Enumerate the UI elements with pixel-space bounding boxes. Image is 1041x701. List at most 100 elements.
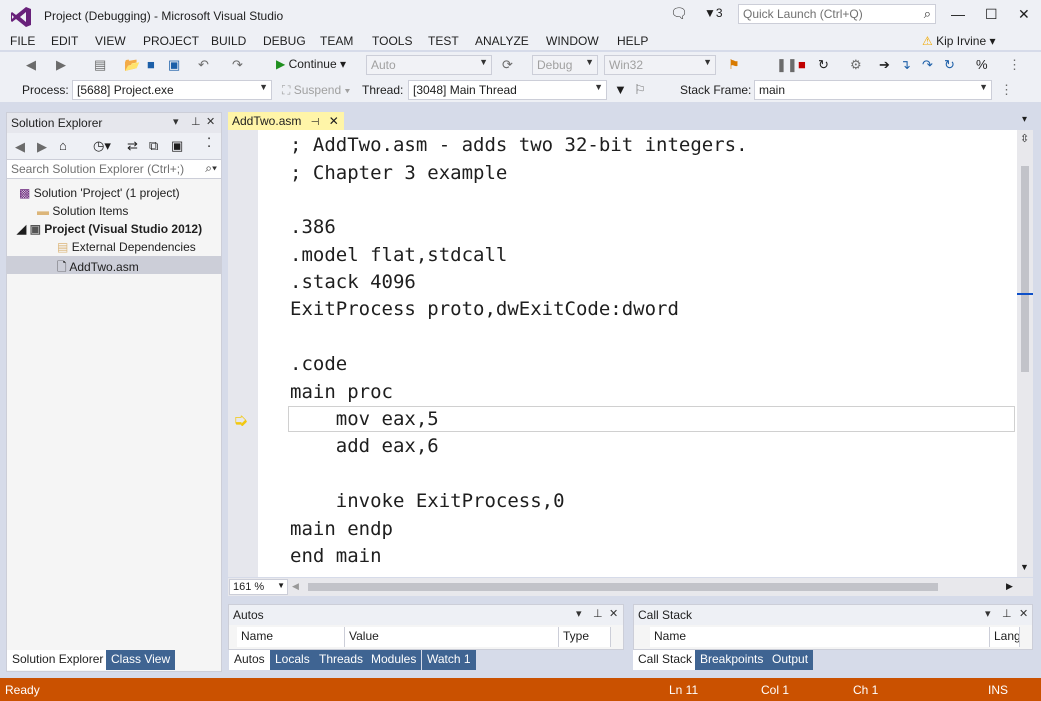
attach-icon[interactable]: ⚙ xyxy=(850,57,862,73)
close-icon[interactable]: ✕ xyxy=(609,607,618,620)
pin-icon[interactable]: ⊣ xyxy=(311,117,320,128)
vertical-scrollbar[interactable]: ⇳ ▼ xyxy=(1017,130,1033,577)
tab-solution-explorer[interactable]: Solution Explorer xyxy=(7,650,109,670)
minimize-button[interactable]: — xyxy=(951,6,965,22)
close-icon[interactable]: ✕ xyxy=(206,115,215,128)
column-name[interactable]: Name xyxy=(237,627,345,647)
tab-modules[interactable]: Modules xyxy=(366,650,422,670)
tab-output[interactable]: Output xyxy=(767,650,814,670)
panel-menu-icon[interactable]: ▾ xyxy=(576,607,582,620)
menu-build[interactable]: BUILD xyxy=(211,34,246,48)
step-out-icon[interactable]: ↻ xyxy=(944,57,955,73)
menu-tools[interactable]: TOOLS xyxy=(372,34,412,48)
menu-analyze[interactable]: ANALYZE xyxy=(475,34,529,48)
pause-icon[interactable]: ❚❚ xyxy=(776,57,798,73)
feedback-flag-icon[interactable]: ▼3 xyxy=(704,6,723,20)
thread-combo[interactable]: [3048] Main Thread ▼ xyxy=(408,80,607,100)
show-all-files-icon[interactable]: ▣ xyxy=(171,138,183,154)
column-language[interactable]: Lang xyxy=(990,627,1020,647)
continue-button[interactable]: ▶ Continue ▾ xyxy=(276,57,346,71)
debug-configuration-combo[interactable]: Debug ▼ xyxy=(532,55,598,75)
tree-item-solution-items[interactable]: ▬ Solution Items xyxy=(37,204,128,218)
tab-threads[interactable]: Threads xyxy=(314,650,369,670)
platform-combo[interactable]: Win32 ▼ xyxy=(604,55,716,75)
horizontal-scrollbar[interactable]: ◀ ▶ xyxy=(228,578,1033,596)
scroll-left-icon[interactable]: ◀ xyxy=(292,581,299,592)
scroll-thumb[interactable] xyxy=(308,583,938,591)
restart-icon[interactable]: ↻ xyxy=(818,57,829,73)
toolbar-overflow-icon[interactable]: ⋮ xyxy=(1000,82,1013,98)
save-icon[interactable]: ■ xyxy=(147,57,155,72)
filter-icon[interactable]: ▼ xyxy=(614,82,627,97)
undo-icon[interactable]: ↶ xyxy=(198,57,209,73)
menu-edit[interactable]: EDIT xyxy=(51,34,78,48)
menu-window[interactable]: WINDOW xyxy=(546,34,599,48)
pin-icon[interactable]: ⊥ xyxy=(191,115,201,128)
tab-locals[interactable]: Locals xyxy=(270,650,315,670)
column-value[interactable]: Value xyxy=(345,627,559,647)
close-tab-icon[interactable]: ✕ xyxy=(329,114,339,128)
pin-icon[interactable]: ⊥ xyxy=(593,607,603,620)
scroll-down-icon[interactable]: ▼ xyxy=(1020,562,1029,572)
open-file-icon[interactable]: 📂 xyxy=(124,57,140,73)
flag-threads-icon[interactable]: ⚐ xyxy=(634,82,646,98)
tree-item-project[interactable]: ◢ ▣ Project (Visual Studio 2012) xyxy=(17,222,202,236)
sync-icon[interactable]: ⇄ xyxy=(127,138,138,154)
suspend-button[interactable]: ⛶ Suspend ▾ xyxy=(282,83,350,98)
tree-item-external-dependencies[interactable]: ▤ External Dependencies xyxy=(57,240,196,254)
code-editor[interactable]: ; AddTwo.asm - adds two 32-bit integers.… xyxy=(228,130,1033,577)
panel-menu-icon[interactable]: ▾ xyxy=(985,607,991,620)
stack-frame-combo[interactable]: main ▼ xyxy=(754,80,992,100)
zoom-combo[interactable]: 161 % ▼ xyxy=(229,579,288,595)
tab-breakpoints[interactable]: Breakpoints xyxy=(695,650,769,670)
step-over-icon[interactable]: ↷ xyxy=(922,57,933,73)
breakpoint-margin[interactable] xyxy=(228,130,258,577)
new-project-icon[interactable]: ▤ xyxy=(94,57,106,73)
stop-icon[interactable]: ■ xyxy=(798,57,806,72)
menu-project[interactable]: PROJECT xyxy=(143,34,199,48)
menu-file[interactable]: FILE xyxy=(10,34,35,48)
notifications-icon[interactable]: 🗨 xyxy=(670,5,688,22)
toolbar-overflow-icon[interactable]: ⋮ xyxy=(1008,57,1021,73)
maximize-button[interactable]: ☐ xyxy=(985,6,998,23)
column-type[interactable]: Type xyxy=(559,627,611,647)
menu-view[interactable]: VIEW xyxy=(95,34,126,48)
split-icon[interactable]: ⇳ xyxy=(1020,132,1029,145)
process-combo[interactable]: [5688] Project.exe ▼ xyxy=(72,80,272,100)
user-account[interactable]: ⚠ Kip Irvine ▾ xyxy=(922,34,996,48)
collapse-all-icon[interactable]: ⧉ xyxy=(149,138,158,154)
solution-search-input[interactable]: Search Solution Explorer (Ctrl+;) ⌕▾ xyxy=(7,159,221,179)
solution-configuration-combo[interactable]: Auto ▼ xyxy=(366,55,492,75)
tab-addtwo-asm[interactable]: AddTwo.asm ⊣ ✕ xyxy=(228,112,344,130)
close-icon[interactable]: ✕ xyxy=(1019,607,1028,620)
menu-help[interactable]: HELP xyxy=(617,34,648,48)
overflow-icon[interactable]: ⁚ xyxy=(207,135,211,151)
tab-call-stack[interactable]: Call Stack xyxy=(633,650,698,670)
pending-changes-icon[interactable]: ◷▾ xyxy=(93,138,111,154)
refresh-icon[interactable]: ⟳ xyxy=(502,57,513,73)
column-name[interactable]: Name xyxy=(650,627,990,647)
tab-watch-1[interactable]: Watch 1 xyxy=(422,650,476,670)
scroll-thumb[interactable] xyxy=(1021,166,1029,372)
tab-class-view[interactable]: Class View xyxy=(106,650,176,670)
menu-team[interactable]: TEAM xyxy=(320,34,353,48)
scroll-right-icon[interactable]: ▶ xyxy=(1006,581,1013,592)
redo-icon[interactable]: ↷ xyxy=(232,57,243,73)
close-window-button[interactable]: ✕ xyxy=(1018,6,1030,23)
home-icon[interactable]: ⌂ xyxy=(59,138,67,153)
tab-list-icon[interactable]: ▾ xyxy=(1022,114,1027,125)
menu-test[interactable]: TEST xyxy=(428,34,459,48)
tree-item-addtwo-asm[interactable]: 🗋 AddTwo.asm xyxy=(7,256,221,274)
save-all-icon[interactable]: ▣ xyxy=(168,57,180,73)
step-into-icon[interactable]: ↴ xyxy=(900,57,911,73)
hex-display-icon[interactable]: % xyxy=(976,57,988,72)
back-icon[interactable]: ◀ xyxy=(26,57,36,73)
forward-icon[interactable]: ▶ xyxy=(56,57,66,73)
tab-autos[interactable]: Autos xyxy=(229,650,270,670)
tree-item-solution[interactable]: ▩ Solution 'Project' (1 project) xyxy=(19,186,180,200)
panel-menu-icon[interactable]: ▾ xyxy=(173,115,179,128)
show-next-statement-icon[interactable]: ➔ xyxy=(879,57,890,73)
forward-icon[interactable]: ▶ xyxy=(37,139,47,155)
quick-launch-input[interactable]: Quick Launch (Ctrl+Q) ⌕ xyxy=(738,4,936,24)
pin-icon[interactable]: ⊥ xyxy=(1002,607,1012,620)
